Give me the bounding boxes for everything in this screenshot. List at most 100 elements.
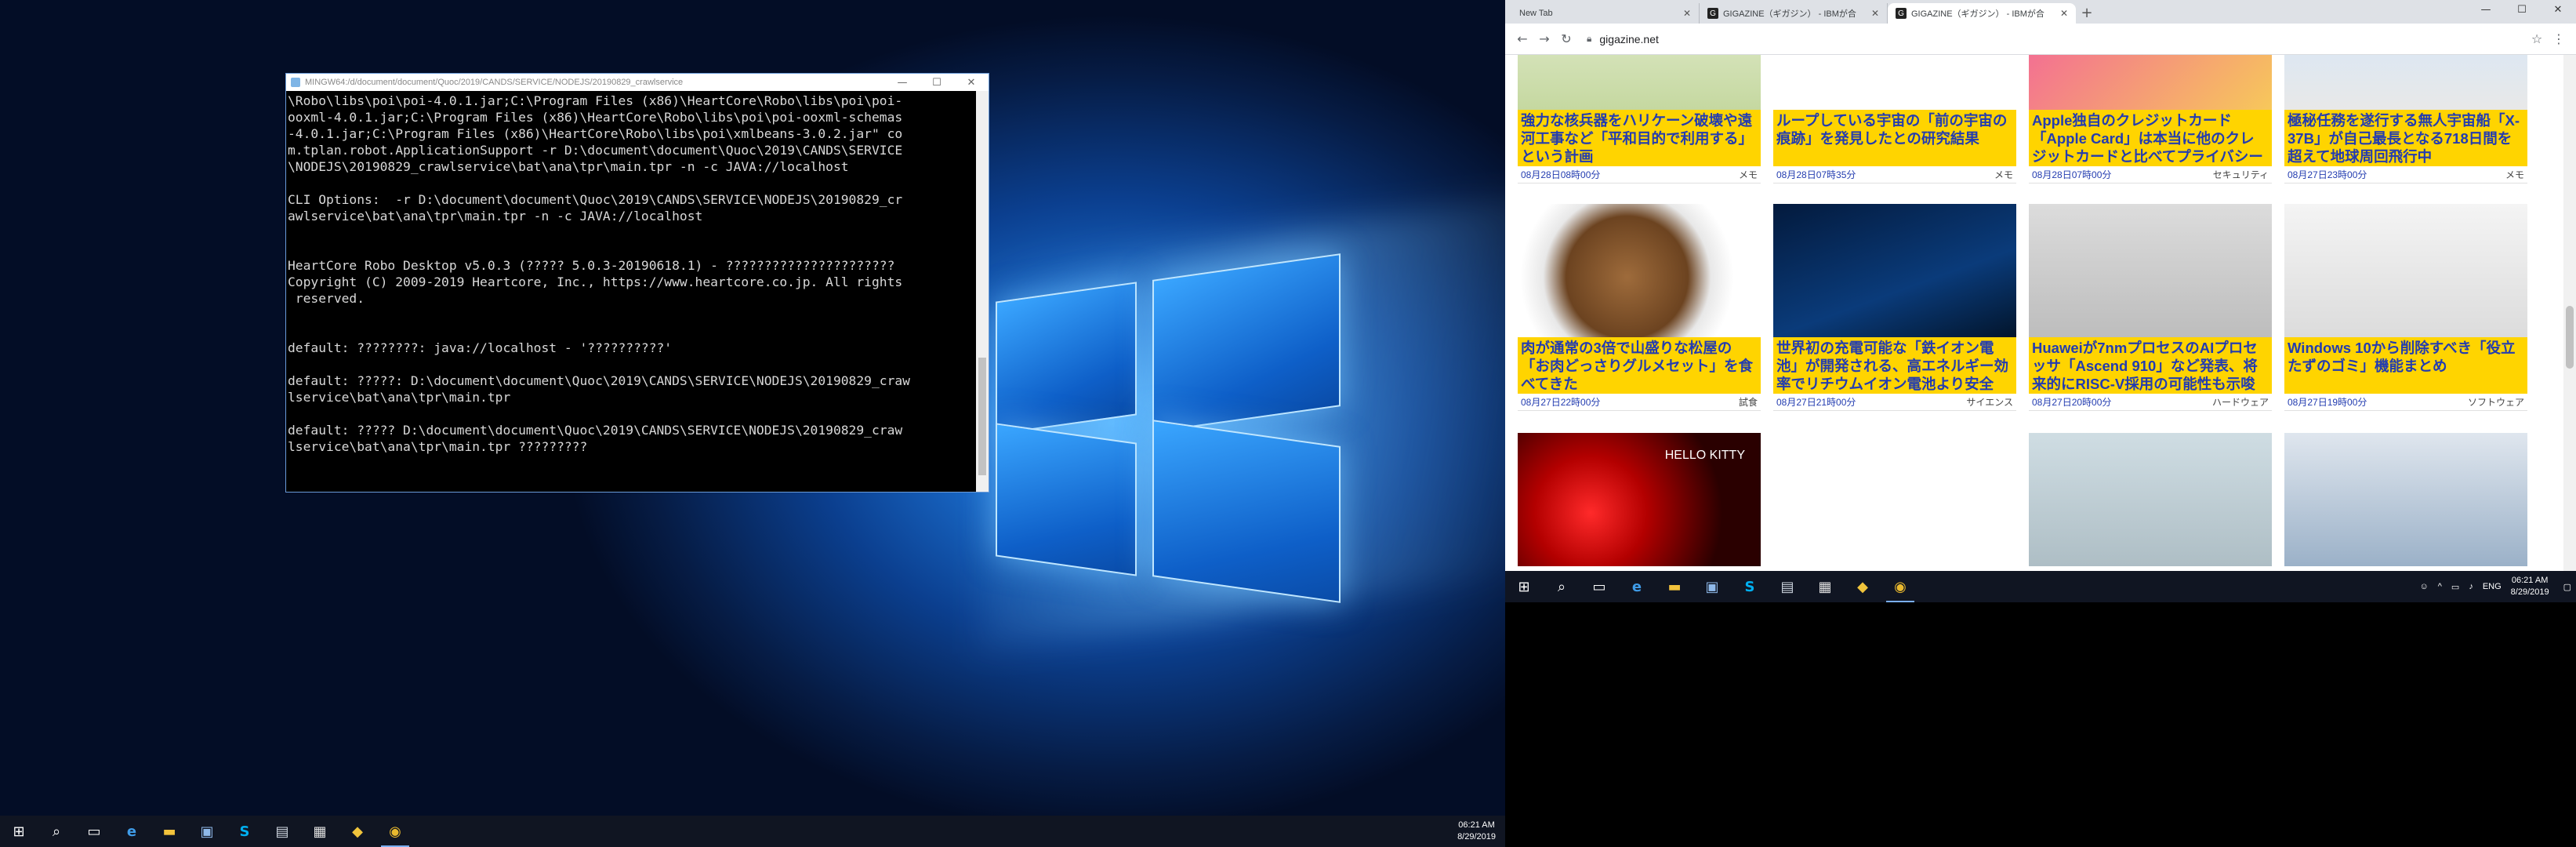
article-title-link[interactable]: 世界初の充電可能な「鉄イオン電池」が開発される、高エネルギー効率でリチウムイオン… (1773, 337, 2016, 394)
app-generic-2-icon[interactable]: ▤ (1769, 571, 1806, 602)
article-thumbnail[interactable] (1518, 55, 1761, 110)
new-tab-button[interactable]: + (2076, 5, 2098, 21)
volume-icon[interactable]: ♪ (2469, 582, 2473, 591)
bookmark-star-icon[interactable]: ☆ (2526, 31, 2548, 46)
people-icon[interactable]: ☺ (2420, 582, 2429, 591)
maximize-button[interactable]: ☐ (2504, 0, 2540, 20)
chrome-tab[interactable]: G GIGAZINE（ギガジン） - IBMが合 ✕ (1700, 3, 1888, 24)
git-icon[interactable]: ◆ (339, 816, 376, 847)
windows-start-icon[interactable]: ⊞ (0, 816, 38, 847)
page-scroll-thumb[interactable] (2566, 306, 2574, 369)
article-card[interactable]: HELLO KITTY (1518, 433, 1761, 566)
menu-kebab-icon[interactable]: ⋮ (2548, 31, 2570, 46)
article-thumbnail[interactable] (1773, 55, 2016, 110)
windows-start-icon[interactable]: ⊞ (1505, 571, 1543, 602)
chrome-tab-active[interactable]: G GIGAZINE（ギガジン） - IBMが合 ✕ (1888, 3, 2076, 24)
article-card[interactable]: ループしている宇宙の「前の宇宙の痕跡」を発見したとの研究結果 08月28日07時3… (1773, 55, 2016, 184)
chrome-icon[interactable]: ◉ (376, 816, 414, 847)
article-title-link[interactable]: Huaweiが7nmプロセスのAIプロセッサ「Ascend 910」など発表、将… (2029, 337, 2272, 394)
chrome-tab[interactable]: New Tab ✕ (1511, 3, 1700, 24)
article-category-link[interactable]: メモ (1739, 168, 1758, 181)
search-icon[interactable]: ⌕ (38, 816, 75, 847)
article-thumbnail[interactable] (2284, 433, 2527, 566)
article-category-link[interactable]: メモ (1994, 168, 2013, 181)
search-icon[interactable]: ⌕ (1543, 571, 1580, 602)
article-title-link[interactable]: Apple独自のクレジットカード「Apple Card」は本当に他のクレジットカ… (2029, 110, 2272, 166)
edge-icon[interactable]: e (1618, 571, 1656, 602)
file-explorer-icon[interactable]: ▬ (151, 816, 188, 847)
close-tab-icon[interactable]: ✕ (1683, 8, 1691, 19)
article-category-link[interactable]: サイエンス (1966, 395, 2013, 409)
skype-icon[interactable]: S (1731, 571, 1769, 602)
article-card[interactable]: Apple独自のクレジットカード「Apple Card」は本当に他のクレジットカ… (2029, 55, 2272, 184)
close-tab-icon[interactable]: ✕ (2060, 8, 2068, 19)
tab-title: GIGAZINE（ギガジン） - IBMが合 (1911, 9, 2044, 19)
terminal-window[interactable]: MINGW64:/d/document/document/Quoc/2019/C… (285, 73, 989, 493)
article-thumbnail[interactable] (2029, 55, 2272, 110)
article-thumbnail[interactable] (1518, 204, 1761, 337)
article-title-link[interactable]: 強力な核兵器をハリケーン破壊や遠河工事など「平和目的で利用する」という計画 (1518, 110, 1761, 166)
tray-chevron-icon[interactable]: ^ (2438, 582, 2442, 591)
notes-icon[interactable]: ▦ (301, 816, 339, 847)
article-category-link[interactable]: ソフトウェア (2468, 395, 2524, 409)
terminal-scroll-thumb[interactable] (978, 358, 986, 475)
article-card[interactable] (2029, 433, 2272, 566)
article-thumbnail[interactable] (2029, 433, 2272, 566)
article-title-link[interactable]: 肉が通常の3倍で山盛りな松屋の「お肉どっさりグルメセット」を食べてきた (1518, 337, 1761, 394)
close-tab-icon[interactable]: ✕ (1871, 8, 1879, 19)
task-view-icon[interactable]: ▭ (1580, 571, 1618, 602)
close-button[interactable]: ✕ (2540, 0, 2576, 20)
system-clock[interactable]: 06:21 AM 8/29/2019 (1457, 820, 1496, 843)
edge-icon[interactable]: e (113, 816, 151, 847)
notes-icon[interactable]: ▦ (1806, 571, 1844, 602)
article-card[interactable] (2284, 433, 2527, 566)
skype-icon[interactable]: S (226, 816, 263, 847)
article-card[interactable]: Huaweiが7nmプロセスのAIプロセッサ「Ascend 910」など発表、将… (2029, 204, 2272, 411)
terminal-titlebar[interactable]: MINGW64:/d/document/document/Quoc/2019/C… (286, 74, 989, 91)
article-thumbnail[interactable] (2029, 204, 2272, 337)
app-generic-2-icon[interactable]: ▤ (263, 816, 301, 847)
article-card[interactable]: 肉が通常の3倍で山盛りな松屋の「お肉どっさりグルメセット」を食べてきた 08月27… (1518, 204, 1761, 411)
article-card[interactable]: 世界初の充電可能な「鉄イオン電池」が開発される、高エネルギー効率でリチウムイオン… (1773, 204, 2016, 411)
article-title-link[interactable]: 極秘任務を遂行する無人宇宙船「X-37B」が自己最長となる718日間を超えて地球… (2284, 110, 2527, 166)
article-title-link[interactable]: Windows 10から削除すべき「役立たずのゴミ」機能まとめ (2284, 337, 2527, 394)
close-button[interactable]: ✕ (954, 77, 989, 89)
notification-icon[interactable]: ▢ (2563, 582, 2571, 592)
app-generic-icon[interactable]: ▣ (188, 816, 226, 847)
article-thumbnail[interactable] (2284, 55, 2527, 110)
terminal-output[interactable]: \Robo\libs\poi\poi-4.0.1.jar;C:\Program … (286, 91, 976, 492)
article-thumbnail[interactable] (1773, 204, 2016, 337)
article-thumbnail[interactable] (2284, 204, 2527, 337)
article-thumbnail[interactable]: HELLO KITTY (1518, 433, 1761, 566)
task-view-icon[interactable]: ▭ (75, 816, 113, 847)
article-category-link[interactable]: 試食 (1739, 395, 1758, 409)
article-card[interactable]: 極秘任務を遂行する無人宇宙船「X-37B」が自己最長となる718日間を超えて地球… (2284, 55, 2527, 184)
reload-icon[interactable]: ↻ (1555, 31, 1577, 46)
forward-arrow-icon[interactable]: → (1533, 31, 1555, 46)
minimize-button[interactable]: — (2468, 0, 2504, 20)
article-title-link[interactable]: ループしている宇宙の「前の宇宙の痕跡」を発見したとの研究結果 (1773, 110, 2016, 166)
language-indicator[interactable]: ENG (2483, 582, 2502, 591)
git-icon[interactable]: ◆ (1844, 571, 1881, 602)
network-icon[interactable]: ▭ (2451, 582, 2459, 592)
app-generic-icon[interactable]: ▣ (1693, 571, 1731, 602)
chrome-tabstrip: New Tab ✕ G GIGAZINE（ギガジン） - IBMが合 ✕ G G… (1505, 0, 2576, 24)
page-scrollbar[interactable] (2563, 55, 2576, 571)
terminal-scrollbar[interactable] (976, 91, 989, 492)
article-meta: 08月27日22時00分 試食 (1518, 394, 1761, 411)
article-category-link[interactable]: メモ (2505, 168, 2524, 181)
system-clock[interactable]: 06:21 AM 8/29/2019 (2511, 575, 2549, 598)
minimize-button[interactable]: — (885, 77, 920, 89)
article-card[interactable]: 強力な核兵器をハリケーン破壊や遠河工事など「平和目的で利用する」という計画 08月… (1518, 55, 1761, 184)
chrome-toolbar: ← → ↻ 🔒︎ gigazine.net ☆ ⋮ (1505, 24, 2576, 55)
article-category-link[interactable]: セキュリティ (2213, 168, 2269, 181)
article-card[interactable]: Windows 10から削除すべき「役立たずのゴミ」機能まとめ 08月27日19時… (2284, 204, 2527, 411)
address-bar[interactable]: 🔒︎ gigazine.net (1577, 27, 2526, 51)
chrome-icon[interactable]: ◉ (1881, 571, 1919, 602)
back-arrow-icon[interactable]: ← (1511, 31, 1533, 46)
article-category-link[interactable]: ハードウェア (2212, 395, 2269, 409)
maximize-button[interactable]: ☐ (920, 77, 954, 89)
article-card[interactable] (1773, 433, 2016, 566)
file-explorer-icon[interactable]: ▬ (1656, 571, 1693, 602)
article-thumbnail[interactable] (1773, 433, 2016, 566)
